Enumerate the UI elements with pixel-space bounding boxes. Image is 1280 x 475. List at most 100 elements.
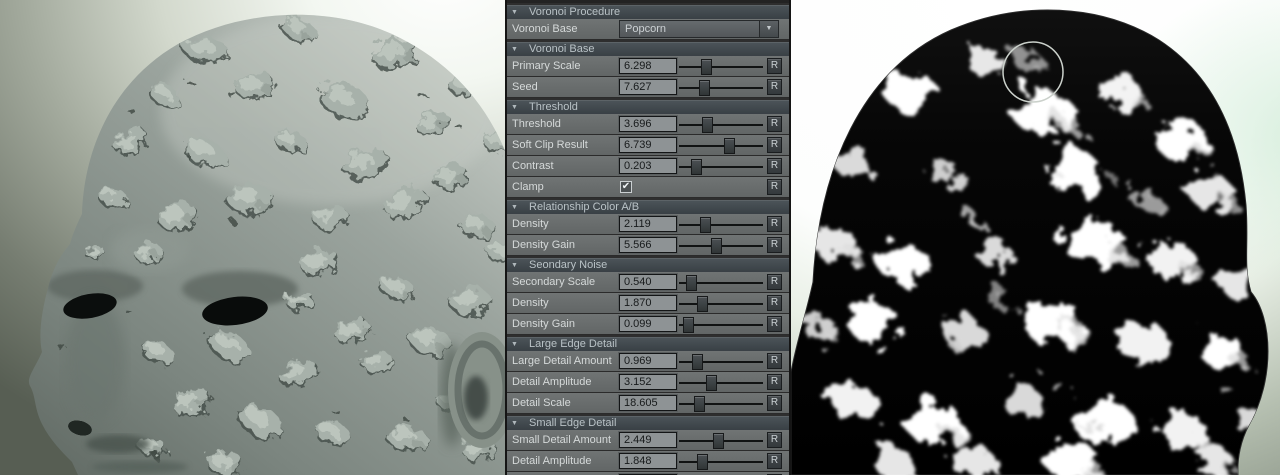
section-title: Relationship Color A/B — [529, 201, 639, 214]
reset-button[interactable]: R — [767, 179, 782, 195]
param-row-voronoi-base: Voronoi BasePopcorn▼ — [507, 19, 789, 40]
reset-button[interactable]: R — [767, 353, 782, 369]
param-label: Clamp — [512, 177, 544, 197]
param-label: Secondary Scale — [512, 272, 595, 292]
param-row-clamp: Clamp ✔ R — [507, 177, 789, 198]
detail-scale-value-field[interactable]: 18.605 — [619, 395, 677, 411]
reset-button[interactable]: R — [767, 58, 782, 74]
param-label: Seed — [512, 77, 538, 97]
small-detail-amount-value-field[interactable]: 2.449 — [619, 432, 677, 448]
left-render-head — [0, 0, 505, 475]
texture-editor-window: ▼Voronoi ProcedureVoronoi BasePopcorn▼▼V… — [0, 0, 1280, 475]
density-gain-value-field[interactable]: 0.099 — [619, 316, 677, 332]
density-slider-handle[interactable] — [697, 296, 708, 312]
left-viewport[interactable] — [0, 0, 505, 475]
section-header-seondary-noise[interactable]: ▼Seondary Noise — [507, 258, 789, 272]
soft-clip-result-value-field[interactable]: 6.739 — [619, 137, 677, 153]
contrast-slider-track[interactable] — [679, 166, 763, 168]
small-detail-amount-slider-handle[interactable] — [713, 433, 724, 449]
primary-scale-slider-track[interactable] — [679, 66, 763, 68]
detail-amplitude-value-field[interactable]: 1.848 — [619, 453, 677, 469]
soft-clip-result-slider-track[interactable] — [679, 145, 763, 147]
secondary-scale-slider-track[interactable] — [679, 282, 763, 284]
param-row-soft-clip-result: Soft Clip Result6.739R — [507, 135, 789, 156]
dropdown-arrow-icon[interactable]: ▼ — [759, 21, 778, 37]
reset-button[interactable]: R — [767, 374, 782, 390]
large-detail-amount-slider-track[interactable] — [679, 361, 763, 363]
small-detail-amount-slider-track[interactable] — [679, 440, 763, 442]
seed-value-field[interactable]: 7.627 — [619, 79, 677, 95]
reset-button[interactable]: R — [767, 158, 782, 174]
param-label: Density — [512, 214, 549, 234]
voronoi-base-dropdown[interactable]: Popcorn ▼ — [619, 20, 779, 38]
density-gain-slider-track[interactable] — [679, 324, 763, 326]
param-row-seed: Seed 7.627 R — [507, 77, 789, 98]
density-value-field[interactable]: 1.870 — [619, 295, 677, 311]
density-gain-slider-handle[interactable] — [711, 238, 722, 254]
section-header-relationship-color-a-b[interactable]: ▼Relationship Color A/B — [507, 200, 789, 214]
detail-amplitude-slider-handle[interactable] — [706, 375, 717, 391]
detail-scale-slider-track[interactable] — [679, 403, 763, 405]
param-label: Density — [512, 293, 549, 313]
section-header-voronoi-base[interactable]: ▼Voronoi Base — [507, 42, 789, 56]
param-label: Primary Scale — [512, 56, 580, 76]
density-gain-slider-track[interactable] — [679, 245, 763, 247]
secondary-scale-slider-handle[interactable] — [686, 275, 697, 291]
reset-button[interactable]: R — [767, 274, 782, 290]
clamp-checkbox[interactable]: ✔ — [620, 181, 632, 193]
reset-button[interactable]: R — [767, 237, 782, 253]
density-value-field[interactable]: 2.119 — [619, 216, 677, 232]
reset-button[interactable]: R — [767, 432, 782, 448]
primary-scale-value-field[interactable]: 6.298 — [619, 58, 677, 74]
section-header-small-edge-detail[interactable]: ▼Small Edge Detail — [507, 416, 789, 430]
density-slider-handle[interactable] — [700, 217, 711, 233]
reset-button[interactable]: R — [767, 116, 782, 132]
section-title: Voronoi Procedure — [529, 6, 620, 19]
param-row-detail-amplitude: Detail Amplitude3.152R — [507, 372, 789, 393]
section-header-voronoi-procedure[interactable]: ▼Voronoi Procedure — [507, 5, 789, 19]
param-label: Threshold — [512, 114, 561, 134]
param-label: Detail Scale — [512, 393, 571, 413]
seed-slider-handle[interactable] — [699, 80, 710, 96]
primary-scale-slider-handle[interactable] — [701, 59, 712, 75]
detail-amplitude-slider-handle[interactable] — [697, 454, 708, 470]
threshold-value-field[interactable]: 3.696 — [619, 116, 677, 132]
threshold-slider-track[interactable] — [679, 124, 763, 126]
secondary-scale-value-field[interactable]: 0.540 — [619, 274, 677, 290]
param-row-secondary-scale: Secondary Scale 0.540 R — [507, 272, 789, 293]
reset-button[interactable]: R — [767, 453, 782, 469]
reset-button[interactable]: R — [767, 395, 782, 411]
dropdown-selected-value: Popcorn — [625, 23, 666, 35]
density-slider-track[interactable] — [679, 303, 763, 305]
section-title: Seondary Noise — [529, 259, 607, 272]
param-row-density-gain: Density Gain5.566R — [507, 235, 789, 256]
reset-button[interactable]: R — [767, 79, 782, 95]
param-label: Contrast — [512, 156, 554, 176]
param-row-detail-amplitude: Detail Amplitude1.848R — [507, 451, 789, 472]
reset-button[interactable]: R — [767, 216, 782, 232]
soft-clip-result-slider-handle[interactable] — [724, 138, 735, 154]
contrast-slider-handle[interactable] — [691, 159, 702, 175]
detail-amplitude-slider-track[interactable] — [679, 461, 763, 463]
parameter-panel: ▼Voronoi ProcedureVoronoi BasePopcorn▼▼V… — [505, 0, 791, 475]
density-slider-track[interactable] — [679, 224, 763, 226]
large-detail-amount-value-field[interactable]: 0.969 — [619, 353, 677, 369]
detail-amplitude-slider-track[interactable] — [679, 382, 763, 384]
seed-slider-track[interactable] — [679, 87, 763, 89]
density-gain-value-field[interactable]: 5.566 — [619, 237, 677, 253]
right-viewport[interactable] — [791, 0, 1280, 475]
param-row-primary-scale: Primary Scale 6.298 R — [507, 56, 789, 77]
section-title: Small Edge Detail — [529, 417, 616, 430]
param-row-threshold: Threshold 3.696 R — [507, 114, 789, 135]
section-header-large-edge-detail[interactable]: ▼Large Edge Detail — [507, 337, 789, 351]
threshold-slider-handle[interactable] — [702, 117, 713, 133]
reset-button[interactable]: R — [767, 137, 782, 153]
reset-button[interactable]: R — [767, 316, 782, 332]
reset-button[interactable]: R — [767, 295, 782, 311]
detail-amplitude-value-field[interactable]: 3.152 — [619, 374, 677, 390]
section-header-threshold[interactable]: ▼Threshold — [507, 100, 789, 114]
density-gain-slider-handle[interactable] — [683, 317, 694, 333]
large-detail-amount-slider-handle[interactable] — [692, 354, 703, 370]
detail-scale-slider-handle[interactable] — [694, 396, 705, 412]
contrast-value-field[interactable]: 0.203 — [619, 158, 677, 174]
